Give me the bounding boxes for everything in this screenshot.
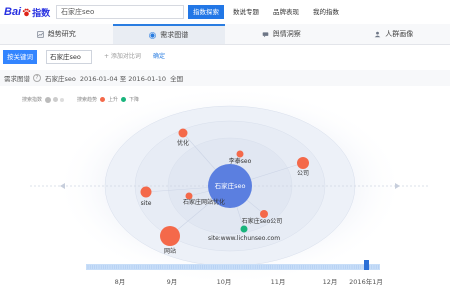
graph-node-label-3: site <box>141 200 152 207</box>
tab-3[interactable]: 人群画像 <box>338 24 450 44</box>
keyword-mode-button[interactable]: 按关键词 <box>3 50 37 64</box>
legend-search-index: 搜索指数 <box>20 96 65 103</box>
confirm-link[interactable]: 确定 <box>153 50 165 64</box>
info-date-range: 2016-01-04 至 2016-01-10 <box>79 75 167 83</box>
people-icon <box>374 31 381 37</box>
info-region: 全国 <box>170 75 184 83</box>
chat-icon <box>262 31 269 37</box>
baidu-index-logo[interactable]: Bai 指数 <box>4 5 50 19</box>
add-compare-link[interactable]: + 添加对比词 <box>104 50 141 64</box>
graph-node-label-5: 石家庄seo公司 <box>242 217 283 225</box>
nav-item-0[interactable]: 指数探索 <box>188 5 224 19</box>
graph-node-7[interactable] <box>160 226 180 246</box>
tab-label: 趋势研究 <box>47 30 76 38</box>
tab-label: 需求图谱 <box>160 31 189 39</box>
paw-logo-icon <box>22 8 31 16</box>
tab-1[interactable]: 需求图谱 <box>112 24 225 44</box>
keyword-toolbar: 按关键词 石家庄seo + 添加对比词 确定 <box>0 45 450 70</box>
legend-label-search-trend: 搜索趋势 <box>77 97 98 103</box>
nav-item-1[interactable]: 数说专题 <box>228 5 264 19</box>
legend-dot-large-icon <box>45 96 52 103</box>
legend-dot-medium-icon <box>53 97 59 102</box>
trend-icon <box>37 30 44 38</box>
center-node-label: 石家庄seo <box>215 181 246 190</box>
timeline-month-label: 11月 <box>271 278 286 286</box>
legend: 搜索指数 搜索趋势 上升 下降 <box>20 96 151 103</box>
section-title: 需求图谱 <box>4 75 30 83</box>
graph-node-2[interactable] <box>297 157 309 169</box>
timeline-month-label: 8月 <box>115 278 126 286</box>
graph-node-3[interactable] <box>140 186 152 198</box>
graph-node-6[interactable] <box>240 225 248 233</box>
search-input[interactable]: 石家庄seo <box>56 5 184 19</box>
graph-icon <box>149 31 157 39</box>
legend-rise-label: 上升 <box>108 97 119 103</box>
graph-node-label-7: 网站 <box>164 247 176 255</box>
tab-label: 舆情洞察 <box>272 30 301 38</box>
timeline-month-label: 2016年1月 <box>349 277 383 286</box>
timeline-month-label: 9月 <box>167 278 178 286</box>
help-icon[interactable]: ? <box>33 74 41 82</box>
tab-0[interactable]: 趋势研究 <box>0 24 113 44</box>
graph-node-label-2: 公司 <box>297 170 309 177</box>
rising-dot-icon <box>100 97 106 102</box>
logo-text-bai: Bai <box>4 6 22 18</box>
info-keyword: 石家庄seo <box>45 75 76 83</box>
tab-strip: 趋势研究 需求图谱 舆情洞察 人群画像 <box>0 24 450 45</box>
top-bar: Bai 指数 石家庄seo 指数探索 数说专题 品牌表现 我的指数 <box>0 0 450 24</box>
tab-label: 人群画像 <box>385 30 414 38</box>
demand-graph-panel: 石家庄seo 优化李泰seo 公司 site 石家庄网站优化石家庄seo公司 site:w… <box>0 86 450 291</box>
legend-dot-small-icon <box>60 97 65 102</box>
tab-2[interactable]: 舆情洞察 <box>225 24 338 44</box>
graph-node-5[interactable] <box>260 210 268 218</box>
nav-item-2[interactable]: 品牌表现 <box>268 5 304 19</box>
logo-text-index: 指数 <box>32 8 51 19</box>
legend-search-trend: 搜索趋势 上升 下降 <box>75 96 141 103</box>
legend-fall-label: 下降 <box>129 97 140 103</box>
legend-label-search-index: 搜索指数 <box>22 97 43 103</box>
demand-graph: 石家庄seo 优化李泰seo 公司 site 石家庄网站优化石家庄seo公司 site:w… <box>30 86 430 286</box>
graph-node-1[interactable] <box>236 150 244 158</box>
falling-dot-icon <box>121 97 127 102</box>
graph-node-label-0: 优化 <box>177 139 189 147</box>
nav-item-3[interactable]: 我的指数 <box>308 5 344 19</box>
graph-node-0[interactable] <box>178 128 188 138</box>
graph-node-label-6: site:www.lichunseo.com <box>208 235 280 242</box>
graph-node-label-4: 石家庄网站优化 <box>183 198 225 206</box>
timeline-month-label: 12月 <box>323 278 338 286</box>
timeline-month-label: 10月 <box>217 278 232 286</box>
timeline-handle[interactable] <box>364 260 369 270</box>
keyword-chip[interactable]: 石家庄seo <box>46 50 92 64</box>
graph-info-line: 需求图谱 ? 石家庄seo 2016-01-04 至 2016-01-10 全国 <box>0 70 450 86</box>
top-nav: 指数探索 数说专题 品牌表现 我的指数 <box>188 5 348 19</box>
graph-node-label-1: 李泰seo <box>229 157 252 165</box>
